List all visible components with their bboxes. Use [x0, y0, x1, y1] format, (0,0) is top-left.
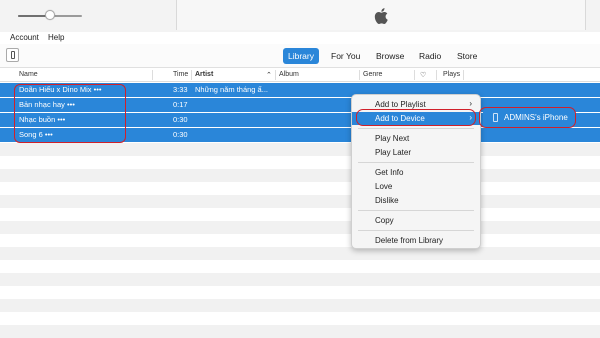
annotation-add-to-device-outline	[356, 109, 476, 126]
menu-divider	[358, 128, 474, 129]
tab-store[interactable]: Store	[452, 48, 482, 64]
device-button[interactable]	[6, 48, 19, 62]
empty-row	[0, 247, 600, 260]
tab-library[interactable]: Library	[283, 48, 319, 64]
empty-row	[0, 273, 600, 286]
menu-divider	[358, 162, 474, 163]
empty-row	[0, 325, 600, 338]
menu-item-dislike[interactable]: Dislike	[352, 194, 480, 207]
menu-item-label: Love	[375, 182, 393, 191]
annotation-device-outline	[479, 107, 576, 128]
column-love-heart-icon[interactable]: ♡	[420, 71, 426, 79]
column-genre[interactable]: Genre	[363, 71, 382, 78]
menu-item-label: Dislike	[375, 196, 399, 205]
empty-row	[0, 221, 600, 234]
menu-item-label: Play Next	[375, 134, 410, 143]
song-artist: Những năm tháng ấ...	[195, 85, 268, 94]
song-time: 0:30	[173, 130, 188, 139]
menu-item-love[interactable]: Love	[352, 180, 480, 193]
column-divider	[152, 70, 153, 80]
menu-item-label: Add to Playlist	[375, 100, 426, 109]
empty-row	[0, 169, 600, 182]
menu-item-play-next[interactable]: Play Next	[352, 132, 480, 145]
tab-for-you[interactable]: For You	[326, 48, 365, 64]
menu-item-get-info[interactable]: Get Info	[352, 166, 480, 179]
column-artist[interactable]: Artist	[195, 71, 213, 78]
column-divider	[275, 70, 276, 80]
title-bar	[0, 0, 600, 32]
menu-item-label: Delete from Library	[375, 236, 444, 245]
column-divider	[414, 70, 415, 80]
column-name[interactable]: Name	[19, 71, 38, 78]
column-plays[interactable]: Plays	[443, 71, 460, 78]
menu-item-label: Play Later	[375, 148, 412, 157]
menu-item-play-later[interactable]: Play Later	[352, 146, 480, 159]
phone-icon	[11, 51, 15, 59]
menu-help[interactable]: Help	[48, 33, 64, 42]
column-divider	[436, 70, 437, 80]
chevron-right-icon: ›	[469, 99, 472, 108]
empty-row	[0, 299, 600, 312]
tab-browse[interactable]: Browse	[371, 48, 409, 64]
song-time: 0:30	[173, 115, 188, 124]
sort-ascending-icon: ⌃	[266, 72, 272, 79]
column-divider	[191, 70, 192, 80]
column-divider	[463, 70, 464, 80]
menu-item-label: Copy	[375, 216, 394, 225]
now-playing-display	[176, 0, 586, 30]
menu-item-copy[interactable]: Copy	[352, 214, 480, 227]
song-time: 0:17	[173, 100, 188, 109]
menu-item-label: Get Info	[375, 168, 404, 177]
column-divider	[359, 70, 360, 80]
menu-item-delete-from-library[interactable]: Delete from Library	[352, 234, 480, 247]
empty-row	[0, 143, 600, 156]
menu-divider	[358, 230, 474, 231]
menu-divider	[358, 210, 474, 211]
song-time: 3:33	[173, 85, 188, 94]
column-header: Name Time Artist ⌃ Album Genre ♡ Plays	[0, 68, 600, 82]
column-album[interactable]: Album	[279, 71, 299, 78]
nav-bar: Library For You Browse Radio Store	[0, 44, 600, 68]
tab-radio[interactable]: Radio	[414, 48, 446, 64]
empty-row	[0, 195, 600, 208]
menu-bar: Account Help	[0, 32, 600, 44]
column-time[interactable]: Time	[173, 71, 188, 78]
volume-slider-knob[interactable]	[45, 10, 55, 20]
annotation-selected-songs-outline	[14, 84, 126, 143]
menu-account[interactable]: Account	[10, 33, 39, 42]
apple-logo-icon	[374, 8, 388, 24]
